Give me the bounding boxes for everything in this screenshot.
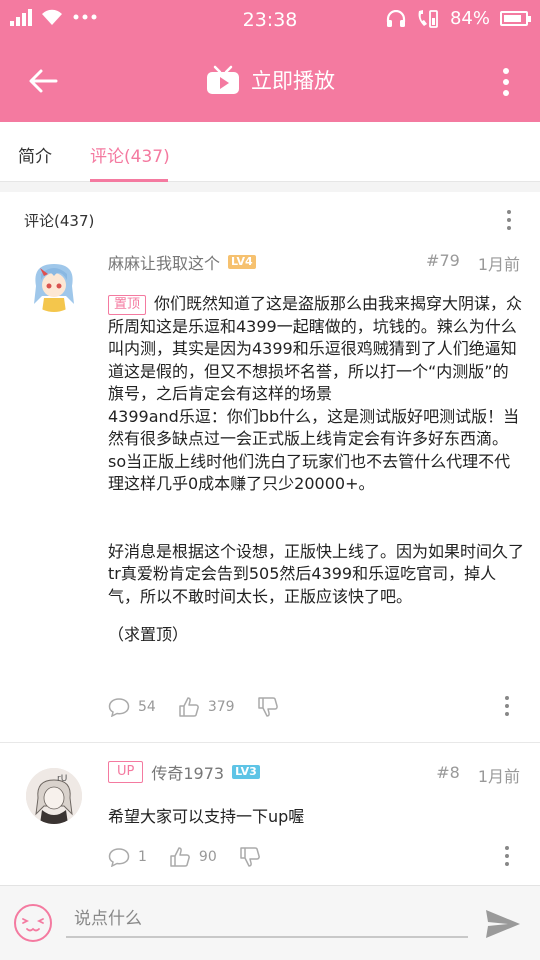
- comment-divider: [0, 742, 540, 743]
- dislike-button[interactable]: [257, 696, 279, 718]
- level-badge: LV3: [232, 765, 260, 779]
- dislike-button[interactable]: [239, 846, 261, 868]
- reply-count: 1: [138, 849, 147, 865]
- level-badge: LV4: [228, 255, 256, 269]
- page-title: 立即播放: [251, 69, 335, 93]
- comment-input[interactable]: 说点什么: [66, 902, 468, 938]
- comment-body: 希望大家可以支持一下up喔: [108, 807, 305, 826]
- tab-bar: 简介 评论(437): [0, 122, 540, 182]
- comment-author: 麻麻让我取这个 LV4: [108, 250, 256, 274]
- comment-paragraph: so当正版上线时他们洗白了玩家们也不去管什么代理不代理这样几乎0成本赚了只少20…: [108, 451, 511, 494]
- like-button[interactable]: 90: [169, 846, 217, 868]
- active-tab-indicator: [90, 179, 168, 182]
- battery-percent: 84%: [449, 8, 490, 29]
- status-bar: 23:38 84%: [0, 0, 540, 40]
- like-count: 90: [198, 849, 217, 865]
- comment-body: 置顶 你们既然知道了这是盗版那么由我来揭穿大阴谋，众所周知这是乐逗和4399一起瞎…: [108, 293, 524, 647]
- thumbs-down-icon: [257, 697, 278, 717]
- app-bar: 立即播放: [0, 40, 540, 122]
- battery-icon: [500, 11, 531, 26]
- reply-button[interactable]: 54: [108, 697, 156, 717]
- comment-paragraph: 好消息是根据这个设想，正版快上线了。因为如果时间久了tr真爱粉肯定会告到505然…: [108, 541, 525, 606]
- emoji-icon[interactable]: [12, 902, 54, 944]
- comments-panel: 评论(437) 麻麻让我取这个 LV4 #79 1月前 置顶 你们既然知道了这是盗…: [0, 192, 540, 885]
- comment-paragraph: 置顶 你们既然知道了这是盗版那么由我来揭穿大阴谋，众所周知这是乐逗和4399一起瞎…: [108, 294, 523, 403]
- reply-button[interactable]: 1: [108, 847, 147, 867]
- tv-play-icon: [207, 65, 239, 94]
- comment-actions: 1 90: [108, 846, 283, 868]
- comments-menu-icon[interactable]: [506, 210, 512, 230]
- comment-input-bar: 说点什么: [0, 885, 540, 960]
- comment-time: 1月前: [477, 255, 520, 274]
- comment-menu-icon[interactable]: [504, 846, 510, 866]
- battery-level: [504, 15, 521, 22]
- tab-comments[interactable]: 评论(437): [90, 142, 170, 167]
- username[interactable]: 传奇1973: [151, 760, 224, 784]
- app-header: 23:38 84% 立即播放: [0, 0, 540, 122]
- thumbs-up-icon: [170, 847, 190, 867]
- status-right: 84%: [386, 8, 531, 29]
- tab-intro[interactable]: 简介: [18, 142, 52, 167]
- comments-count-heading: 评论(437): [24, 212, 95, 230]
- thumbs-up-icon: [179, 697, 199, 717]
- anime-girl-avatar-icon: [34, 264, 74, 312]
- comment-actions: 54 379: [108, 696, 301, 718]
- comment-bubble-icon: [108, 848, 130, 867]
- up-owner-tag: UP: [108, 761, 144, 783]
- comment-paragraph: 4399and乐逗：你们bb什么，这是测试版好吧测试版！当然有很多缺点过一会正式…: [108, 406, 520, 449]
- comment-time: 1月前: [477, 767, 520, 786]
- app-title-group: 立即播放: [0, 64, 540, 96]
- comment-menu-icon[interactable]: [504, 696, 510, 716]
- comment-meta: #8 1月前: [436, 763, 520, 787]
- headset-icon: [386, 9, 406, 27]
- like-count: 379: [207, 699, 235, 715]
- svg-text:rU: rU: [57, 774, 67, 784]
- send-icon[interactable]: [484, 908, 522, 940]
- comment-paragraph: （求置顶）: [108, 625, 189, 644]
- comment-meta: #79 1月前: [426, 251, 520, 275]
- thumbs-down-icon: [240, 847, 260, 867]
- comment-author: UP 传奇1973 LV3: [108, 760, 260, 784]
- username[interactable]: 麻麻让我取这个: [108, 250, 220, 274]
- more-options-icon[interactable]: [502, 68, 510, 96]
- pinned-tag: 置顶: [108, 295, 147, 315]
- sketch-character-avatar-icon: rU: [26, 768, 82, 824]
- avatar[interactable]: [26, 256, 82, 312]
- reply-count: 54: [138, 699, 156, 715]
- like-button[interactable]: 379: [178, 696, 235, 718]
- floor-number: #8: [436, 763, 460, 782]
- avatar[interactable]: rU: [26, 768, 82, 824]
- comment-bubble-icon: [108, 698, 130, 717]
- comment-paragraph: [108, 496, 524, 541]
- phone-signal-icon: [418, 9, 438, 28]
- floor-number: #79: [426, 251, 460, 270]
